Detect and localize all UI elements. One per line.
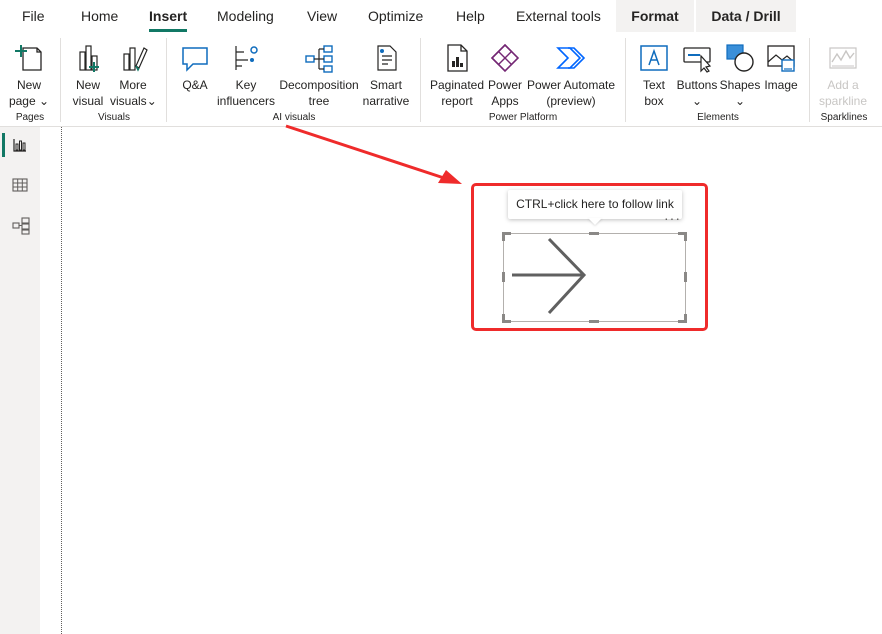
- text-box-button[interactable]: Text box: [634, 36, 674, 110]
- resize-handle[interactable]: [502, 314, 505, 323]
- new-page-label: New page ⌄: [8, 78, 50, 108]
- tab-help[interactable]: Help: [456, 0, 485, 32]
- add-sparkline-label: Add a sparkline: [818, 78, 868, 108]
- smart-narrative-icon: [377, 45, 397, 71]
- text-box-icon: [640, 45, 668, 71]
- qa-label: Q&A: [182, 78, 208, 92]
- sparkline-icon: [829, 47, 857, 69]
- divider: [420, 38, 421, 122]
- power-apps-icon: [490, 43, 520, 73]
- link-tooltip: CTRL+click here to follow link: [508, 190, 682, 219]
- more-options-icon[interactable]: ···: [664, 211, 681, 225]
- report-view-icon: [13, 139, 26, 152]
- group-label-visuals: Visuals: [97, 112, 131, 123]
- buttons-icon: [683, 47, 712, 73]
- power-apps-label: Power Apps: [487, 78, 522, 108]
- buttons-button[interactable]: Buttons ⌄: [676, 36, 718, 110]
- decomposition-tree-icon: [305, 45, 333, 73]
- divider: [166, 38, 167, 122]
- resize-handle[interactable]: [502, 232, 505, 241]
- divider: [809, 38, 810, 122]
- new-visual-label: New visual: [72, 78, 104, 108]
- table-view-button[interactable]: [0, 167, 40, 203]
- tab-home[interactable]: Home: [81, 0, 118, 32]
- chevron-down-icon: ⌄: [734, 94, 746, 108]
- more-visuals-icon: [123, 47, 148, 72]
- chevron-down-icon: ⌄: [38, 94, 50, 108]
- resize-handle[interactable]: [684, 232, 687, 241]
- paginated-report-icon: [447, 44, 468, 72]
- key-influencers-button[interactable]: Key influencers: [216, 36, 276, 110]
- paginated-report-label: Paginated report: [429, 78, 485, 108]
- tab-data-drill[interactable]: Data / Drill: [696, 0, 796, 32]
- resize-handle[interactable]: [684, 272, 687, 282]
- divider: [625, 38, 626, 122]
- more-visuals-label: More visuals⌄: [110, 78, 157, 108]
- power-automate-icon: [556, 47, 586, 69]
- shapes-icon: [726, 44, 754, 72]
- annotation-arrow-icon: [285, 124, 462, 184]
- key-influencers-label: Key influencers: [216, 78, 276, 108]
- page-boundary: [61, 127, 62, 634]
- power-automate-button[interactable]: Power Automate (preview): [526, 36, 616, 110]
- image-icon: [767, 45, 795, 72]
- menu-bar: File Home Insert Modeling View Optimize …: [0, 0, 882, 32]
- arrow-right-icon: [512, 237, 587, 315]
- tab-file[interactable]: File: [22, 0, 45, 32]
- decomposition-tree-button[interactable]: Decomposition tree: [277, 36, 361, 110]
- ribbon: New page ⌄ Pages New visual More visuals…: [0, 32, 882, 127]
- group-label-pages: Pages: [15, 112, 45, 123]
- text-box-label: Text box: [642, 78, 665, 108]
- image-label: Image: [764, 78, 798, 92]
- key-influencers-icon: [235, 46, 258, 70]
- tab-optimize[interactable]: Optimize: [368, 0, 423, 32]
- tab-insert[interactable]: Insert: [149, 0, 188, 32]
- model-view-icon: [12, 217, 30, 235]
- shapes-label: Shapes ⌄: [719, 78, 761, 108]
- chevron-down-icon: ⌄: [146, 94, 157, 108]
- tab-format[interactable]: Format: [616, 0, 694, 32]
- add-sparkline-button[interactable]: Add a sparkline: [815, 36, 871, 110]
- buttons-label: Buttons ⌄: [676, 78, 718, 108]
- new-page-button[interactable]: New page ⌄: [4, 36, 54, 110]
- qa-icon: [182, 47, 208, 72]
- paginated-report-button[interactable]: Paginated report: [428, 36, 486, 110]
- resize-handle[interactable]: [589, 232, 599, 235]
- power-apps-button[interactable]: Power Apps: [486, 36, 524, 110]
- tab-modeling[interactable]: Modeling: [217, 0, 274, 32]
- shapes-button[interactable]: Shapes ⌄: [719, 36, 761, 110]
- new-visual-icon: [79, 45, 99, 72]
- smart-narrative-label: Smart narrative: [362, 78, 410, 108]
- new-visual-button[interactable]: New visual: [68, 36, 108, 110]
- chevron-down-icon: ⌄: [691, 94, 703, 108]
- view-switcher: [0, 127, 40, 634]
- divider: [60, 38, 61, 122]
- arrow-button-visual[interactable]: [503, 233, 686, 322]
- group-label-elements: Elements: [697, 112, 739, 123]
- resize-handle[interactable]: [589, 320, 599, 323]
- report-view-button[interactable]: [0, 127, 40, 163]
- resize-handle[interactable]: [684, 314, 687, 323]
- decomposition-tree-label: Decomposition tree: [279, 78, 359, 108]
- new-page-icon: [15, 45, 42, 71]
- resize-handle[interactable]: [502, 272, 505, 282]
- more-visuals-button[interactable]: More visuals⌄: [110, 36, 157, 110]
- tooltip-pointer: [588, 218, 602, 225]
- model-view-button[interactable]: [0, 207, 40, 243]
- image-button[interactable]: Image: [762, 36, 800, 110]
- power-automate-label: Power Automate (preview): [526, 78, 616, 108]
- tab-external-tools[interactable]: External tools: [516, 0, 601, 32]
- group-label-sparklines: Sparklines: [820, 112, 868, 123]
- smart-narrative-button[interactable]: Smart narrative: [362, 36, 410, 110]
- qa-button[interactable]: Q&A: [175, 36, 215, 110]
- tab-view[interactable]: View: [307, 0, 337, 32]
- table-view-icon: [12, 178, 28, 192]
- report-canvas[interactable]: [40, 127, 882, 634]
